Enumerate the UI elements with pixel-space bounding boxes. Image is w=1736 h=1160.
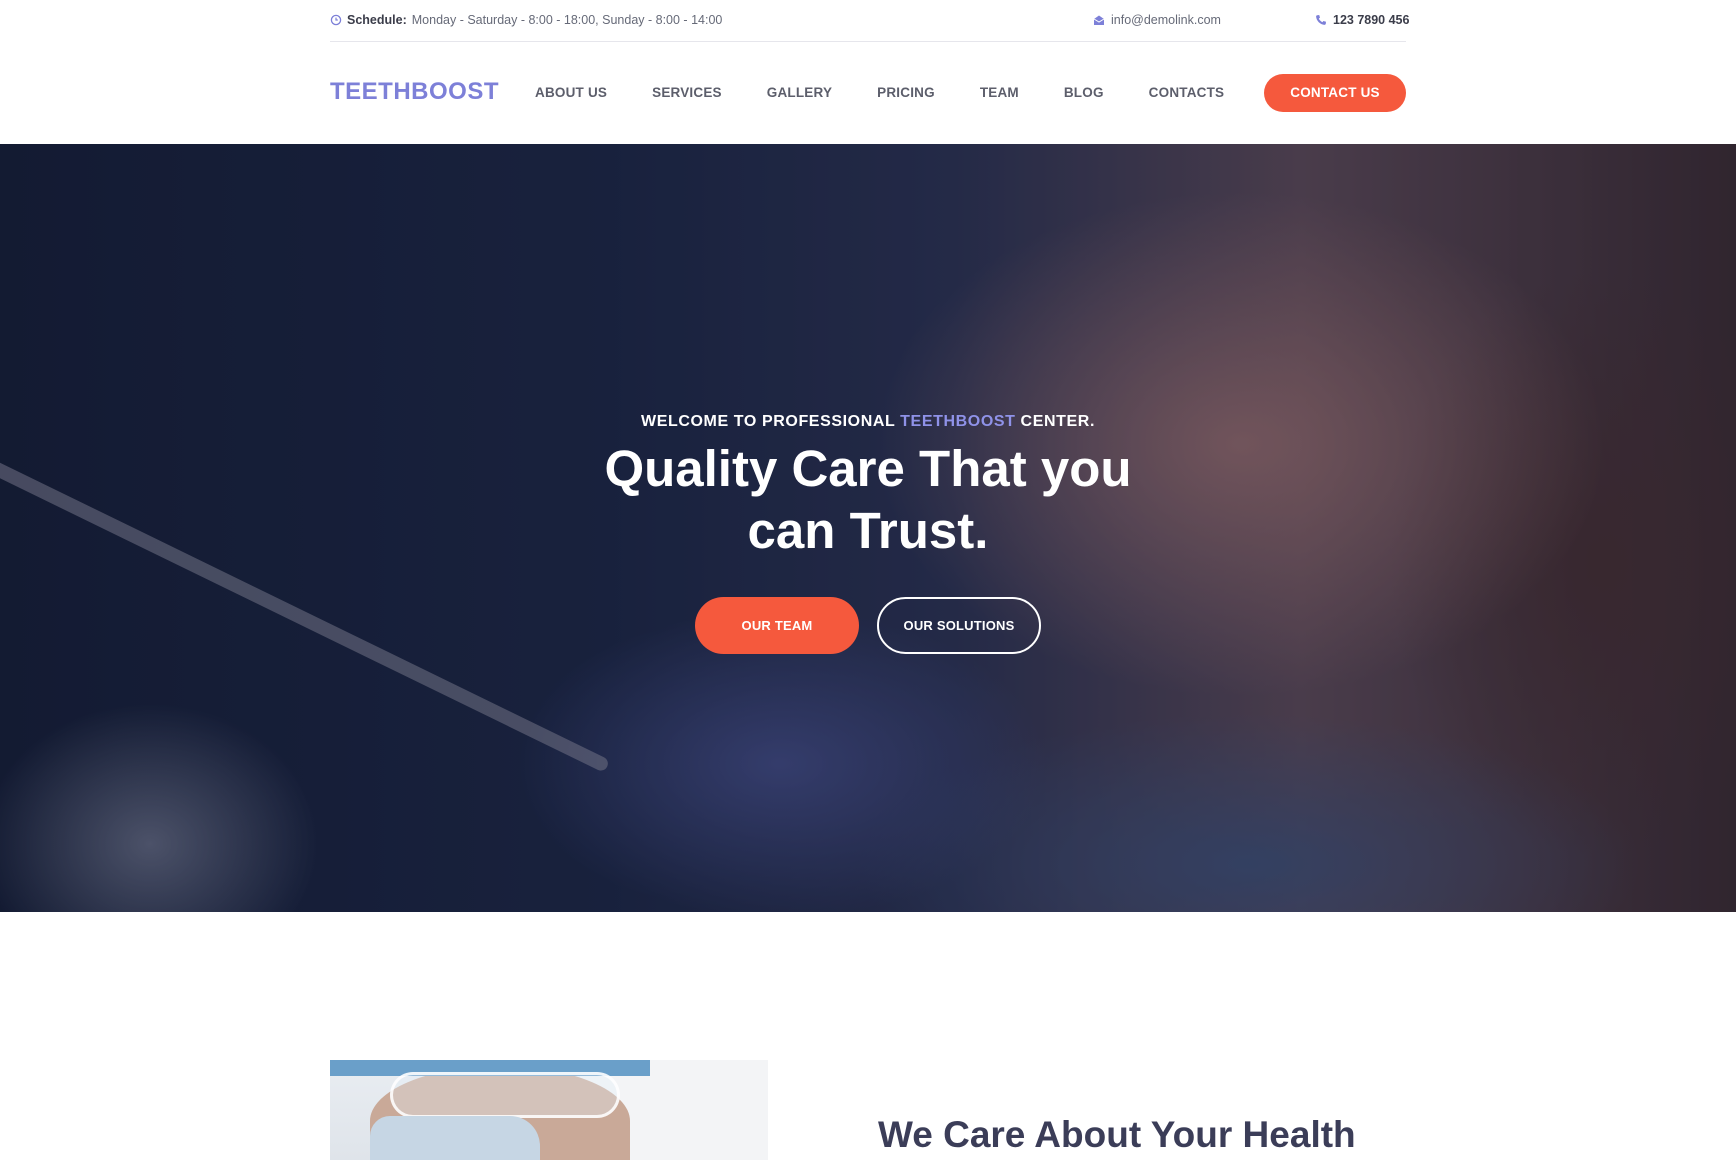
phone-icon <box>1316 15 1326 25</box>
welcome-brand-highlight: TEETHBOOST <box>900 413 1016 430</box>
nav-item-team[interactable]: TEAM <box>980 85 1019 100</box>
our-solutions-button[interactable]: OUR SOLUTIONS <box>877 597 1041 654</box>
about-section-title: We Care About Your Health <box>878 1114 1356 1155</box>
nav-item-blog[interactable]: BLOG <box>1064 85 1104 100</box>
our-team-button[interactable]: OUR TEAM <box>695 597 859 654</box>
site-logo[interactable]: TEETHBOOST <box>330 78 499 106</box>
phone-number[interactable]: 123 7890 456 <box>1333 13 1409 27</box>
nav-item-contacts[interactable]: CONTACTS <box>1149 85 1225 100</box>
nav-item-about-us[interactable]: ABOUT US <box>535 85 607 100</box>
nav-item-pricing[interactable]: PRICING <box>877 85 935 100</box>
welcome-prefix: WELCOME TO PROFESSIONAL <box>641 413 901 430</box>
about-image <box>330 1060 768 1160</box>
contact-us-button[interactable]: CONTACT US <box>1264 74 1406 112</box>
hero-welcome-text: WELCOME TO PROFESSIONAL TEETHBOOST CENTE… <box>0 413 1736 431</box>
schedule-info: Schedule: Monday - Saturday - 8:00 - 18:… <box>330 13 722 27</box>
schedule-text: Monday - Saturday - 8:00 - 18:00, Sunday… <box>411 13 723 27</box>
envelope-icon <box>1093 15 1105 25</box>
main-navigation: TEETHBOOST ABOUT US SERVICES GALLERY PRI… <box>330 42 1406 144</box>
schedule-label: Schedule: <box>347 13 407 27</box>
clock-icon <box>330 14 342 26</box>
hero-title: Quality Care That you can Trust. <box>604 440 1132 559</box>
email-info[interactable]: info@demolink.com <box>1093 13 1221 27</box>
nav-menu: ABOUT US SERVICES GALLERY PRICING TEAM B… <box>535 85 1269 100</box>
email-link[interactable]: info@demolink.com <box>1111 13 1221 27</box>
phone-info[interactable]: 123 7890 456 <box>1315 13 1409 27</box>
nav-item-gallery[interactable]: GALLERY <box>767 85 832 100</box>
nav-item-services[interactable]: SERVICES <box>652 85 722 100</box>
hero-section: WELCOME TO PROFESSIONAL TEETHBOOST CENTE… <box>0 144 1736 912</box>
top-info-bar: Schedule: Monday - Saturday - 8:00 - 18:… <box>330 0 1409 42</box>
welcome-suffix: CENTER. <box>1015 413 1095 430</box>
